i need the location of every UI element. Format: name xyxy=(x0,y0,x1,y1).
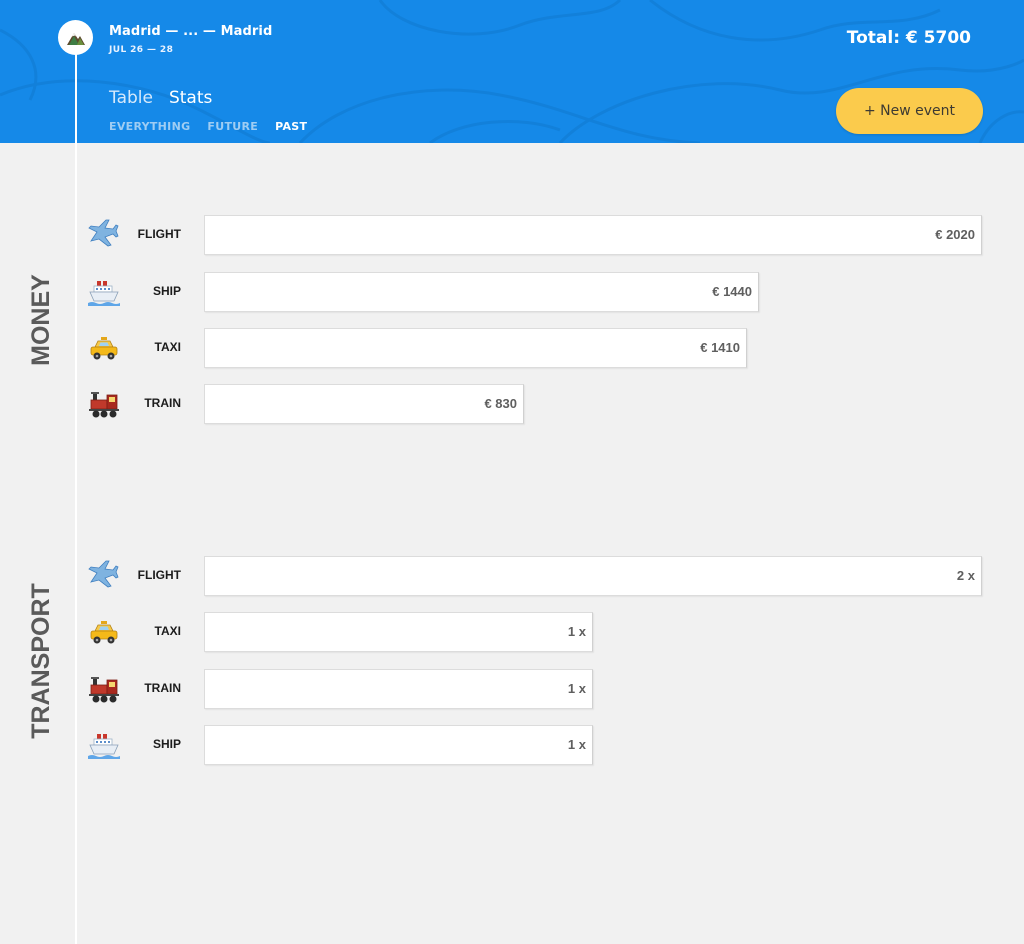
airplane-icon xyxy=(88,560,119,588)
app-header: Madrid — ... — Madrid JUL 26 — 28 Total:… xyxy=(0,0,1024,143)
money-bar[interactable]: € 2020 xyxy=(204,215,982,255)
money-row-taxi: TAXI € 1410 xyxy=(0,328,1024,368)
new-event-button[interactable]: + New event xyxy=(836,88,983,134)
transport-row-ship: SHIP 1 x xyxy=(0,725,1024,765)
bar-value: 2 x xyxy=(956,568,975,583)
row-label: FLIGHT xyxy=(137,227,181,241)
transport-row-taxi: TAXI 1 x xyxy=(0,612,1024,652)
row-label: SHIP xyxy=(152,284,181,298)
locomotive-icon xyxy=(88,676,120,703)
row-label: TRAIN xyxy=(144,396,181,410)
bar-value: € 830 xyxy=(484,396,517,411)
filter-everything[interactable]: EVERYTHING xyxy=(109,120,190,133)
row-label: SHIP xyxy=(152,737,181,751)
taxi-icon xyxy=(90,620,118,644)
trip-title[interactable]: Madrid — ... — Madrid xyxy=(109,24,272,39)
row-label: FLIGHT xyxy=(137,568,181,582)
transport-section-label: TRANSPORT xyxy=(27,583,55,739)
time-filters: EVERYTHING FUTURE PAST xyxy=(109,120,307,133)
bar-value: € 1410 xyxy=(700,340,740,355)
transport-bar[interactable]: 1 x xyxy=(204,612,593,652)
transport-row-train: TRAIN 1 x xyxy=(0,669,1024,709)
transport-bar[interactable]: 1 x xyxy=(204,725,593,765)
ship-icon xyxy=(88,280,120,307)
money-row-train: TRAIN € 830 xyxy=(0,384,1024,424)
taxi-icon xyxy=(90,336,118,360)
filter-future[interactable]: FUTURE xyxy=(207,120,258,133)
row-label: TAXI xyxy=(154,340,181,354)
money-bar[interactable]: € 830 xyxy=(204,384,524,424)
bar-value: 1 x xyxy=(567,737,586,752)
trip-dates: JUL 26 — 28 xyxy=(109,45,174,55)
transport-row-flight: FLIGHT 2 x xyxy=(0,556,1024,596)
tab-stats[interactable]: Stats xyxy=(169,88,212,108)
transport-bar[interactable]: 1 x xyxy=(204,669,593,709)
mountain-icon xyxy=(66,33,85,45)
row-label: TRAIN xyxy=(144,681,181,695)
money-row-ship: SHIP € 1440 xyxy=(0,272,1024,312)
filter-past[interactable]: PAST xyxy=(275,120,307,133)
bar-value: 1 x xyxy=(567,624,586,639)
tab-table[interactable]: Table xyxy=(109,88,153,108)
view-tabs: Table Stats xyxy=(109,88,212,108)
transport-bar[interactable]: 2 x xyxy=(204,556,982,596)
bar-value: 1 x xyxy=(567,681,586,696)
bar-value: € 2020 xyxy=(935,227,975,242)
row-label: TAXI xyxy=(154,624,181,638)
timeline-line xyxy=(75,40,77,944)
money-row-flight: FLIGHT € 2020 xyxy=(0,215,1024,255)
trip-logo[interactable] xyxy=(58,20,93,55)
bar-value: € 1440 xyxy=(712,284,752,299)
money-bar[interactable]: € 1440 xyxy=(204,272,759,312)
airplane-icon xyxy=(88,219,119,247)
locomotive-icon xyxy=(88,391,120,418)
money-bar[interactable]: € 1410 xyxy=(204,328,747,368)
total-amount: Total: € 5700 xyxy=(846,28,971,48)
ship-icon xyxy=(88,733,120,760)
